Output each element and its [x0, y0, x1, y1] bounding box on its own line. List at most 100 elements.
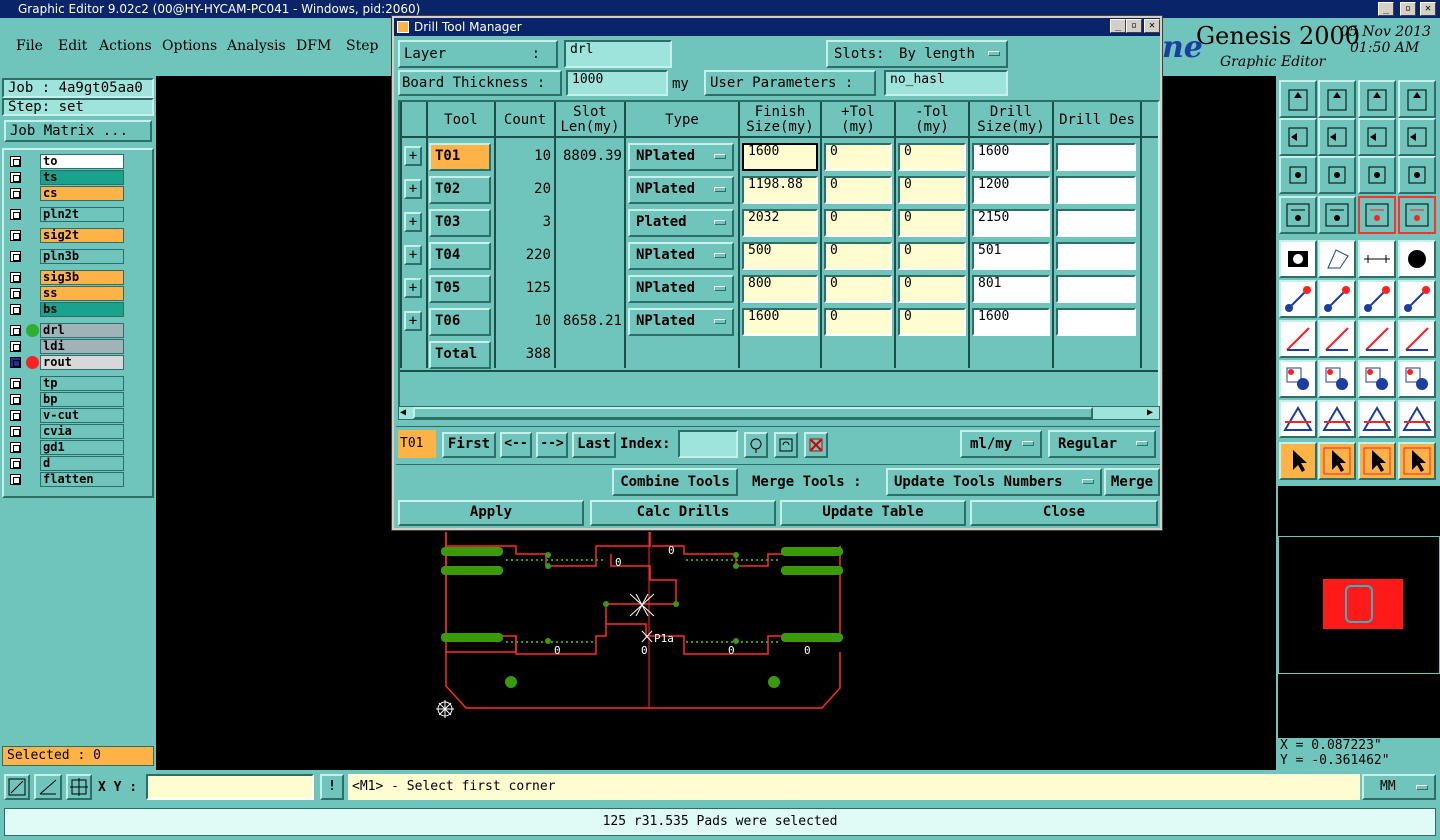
- layer-row[interactable]: pln3b: [8, 249, 124, 264]
- drill-size-input[interactable]: 2150: [972, 209, 1050, 237]
- expand-row-icon[interactable]: +: [404, 212, 422, 232]
- help-icon[interactable]: [1398, 156, 1436, 194]
- arc-icon[interactable]: [1358, 320, 1396, 358]
- menu-options[interactable]: Options: [162, 38, 217, 54]
- menu-step[interactable]: Step: [346, 38, 378, 54]
- pointer-box-icon[interactable]: [1318, 442, 1356, 480]
- pad-select-icon[interactable]: [1279, 360, 1317, 398]
- menu-actions[interactable]: Actions: [99, 38, 152, 54]
- layer-checkbox[interactable]: [10, 474, 21, 485]
- plus-tol-input[interactable]: 0: [824, 275, 892, 303]
- merge-option-select[interactable]: Update Tools Numbers: [886, 468, 1102, 496]
- drill-size-input[interactable]: 1600: [972, 308, 1050, 336]
- finish-size-input[interactable]: 500: [742, 242, 818, 270]
- job-matrix-button[interactable]: Job Matrix ...: [4, 120, 152, 142]
- scroll-left-icon[interactable]: ◀: [400, 407, 406, 418]
- layer-checkbox[interactable]: [10, 341, 21, 352]
- update-table-button[interactable]: Update Table: [780, 500, 966, 526]
- pointer-icon[interactable]: [1279, 442, 1317, 480]
- minus-tol-input[interactable]: 0: [898, 275, 966, 303]
- next-button[interactable]: -->: [536, 432, 568, 458]
- tool-button[interactable]: T03: [429, 209, 491, 237]
- drill-des-input[interactable]: [1056, 275, 1136, 303]
- finish-size-input[interactable]: 1600: [742, 308, 818, 336]
- minus-tol-input[interactable]: 0: [898, 242, 966, 270]
- measure-icon[interactable]: [34, 774, 62, 800]
- menu-file[interactable]: File: [16, 38, 43, 54]
- user-params-field[interactable]: no_hasl: [884, 70, 1008, 96]
- cross-icon[interactable]: [1318, 280, 1356, 318]
- layer-checkbox[interactable]: [10, 442, 21, 453]
- dialog-close-icon[interactable]: ✕: [1144, 19, 1160, 33]
- layer-row[interactable]: gd1: [8, 440, 124, 455]
- index-input[interactable]: [678, 430, 738, 458]
- minus-tol-input[interactable]: 0: [898, 308, 966, 336]
- home-icon[interactable]: [1358, 80, 1396, 118]
- layer-checkbox[interactable]: [10, 394, 21, 405]
- layer-checkbox[interactable]: [10, 230, 21, 241]
- plus-tol-input[interactable]: 0: [824, 176, 892, 204]
- combine-tools-button[interactable]: Combine Tools: [612, 468, 738, 496]
- expand-row-icon[interactable]: +: [404, 245, 422, 265]
- move-left-icon[interactable]: [1279, 118, 1317, 156]
- layer-checkbox[interactable]: [10, 325, 21, 336]
- arch-strike-icon[interactable]: [1398, 400, 1436, 438]
- drill-size-input[interactable]: 801: [972, 275, 1050, 303]
- minimize-button[interactable]: _: [1378, 2, 1394, 16]
- menu-analysis[interactable]: Analysis: [227, 38, 286, 54]
- move-up-icon[interactable]: [1279, 80, 1317, 118]
- user-params-button[interactable]: User Parameters :: [704, 70, 876, 96]
- layer-row[interactable]: ldi: [8, 339, 124, 354]
- scroll-right-icon[interactable]: ▶: [1147, 407, 1153, 418]
- layer-checkbox[interactable]: [10, 156, 21, 167]
- layer-row[interactable]: bp: [8, 392, 124, 407]
- arch-icon[interactable]: [1358, 400, 1396, 438]
- connect-pads-icon[interactable]: [1279, 280, 1317, 318]
- horizontal-scrollbar[interactable]: ◀ ▶: [398, 406, 1160, 420]
- warning-icon[interactable]: !: [320, 774, 344, 800]
- drill-des-input[interactable]: [1056, 242, 1136, 270]
- expand-row-icon[interactable]: +: [404, 146, 422, 166]
- route-map-icon[interactable]: [1398, 196, 1436, 234]
- polygon-icon[interactable]: [1318, 240, 1356, 278]
- net-icon[interactable]: [1398, 442, 1436, 480]
- slots-select[interactable]: Slots: By length: [826, 40, 1008, 68]
- menu-dfm[interactable]: DFM: [296, 38, 331, 54]
- pad-icon[interactable]: [1279, 240, 1317, 278]
- layer-row[interactable]: tp: [8, 376, 124, 391]
- type-select[interactable]: Plated: [628, 209, 734, 237]
- ruler-tools-icon[interactable]: [1279, 196, 1317, 234]
- type-select[interactable]: NPlated: [628, 275, 734, 303]
- layer-row[interactable]: bs: [8, 302, 124, 317]
- refresh-icon[interactable]: [774, 432, 798, 458]
- dialog-minimize-button[interactable]: _: [1110, 19, 1126, 33]
- layer-row[interactable]: ts: [8, 170, 124, 185]
- merge-button[interactable]: Merge: [1104, 468, 1160, 496]
- dialog-maximize-button[interactable]: ▫: [1126, 19, 1142, 33]
- drill-des-input[interactable]: [1056, 209, 1136, 237]
- plus-tol-input[interactable]: 0: [824, 308, 892, 336]
- tool-button[interactable]: T02: [429, 176, 491, 204]
- first-button[interactable]: First: [442, 432, 496, 458]
- window-icon[interactable]: [1398, 80, 1436, 118]
- layer-row[interactable]: ss: [8, 286, 124, 301]
- segment-icon[interactable]: [1318, 360, 1356, 398]
- finish-size-input[interactable]: 800: [742, 275, 818, 303]
- tool-button[interactable]: T01: [429, 143, 491, 171]
- finish-size-input[interactable]: 1600: [742, 143, 818, 171]
- xy-input[interactable]: [146, 774, 314, 800]
- tool-button[interactable]: T05: [429, 275, 491, 303]
- find-icon[interactable]: [744, 432, 768, 458]
- layer-checkbox[interactable]: [10, 378, 21, 389]
- drill-des-input[interactable]: [1056, 308, 1136, 336]
- layer-row[interactable]: rout: [8, 355, 124, 370]
- layer-row[interactable]: d: [8, 456, 124, 471]
- layer-checkbox[interactable]: [10, 410, 21, 421]
- layer-checkbox[interactable]: [10, 458, 21, 469]
- layer-row[interactable]: cs: [8, 186, 124, 201]
- type-select[interactable]: NPlated: [628, 176, 734, 204]
- drill-size-input[interactable]: 1200: [972, 176, 1050, 204]
- layer-row[interactable]: to: [8, 154, 124, 169]
- minus-tol-input[interactable]: 0: [898, 143, 966, 171]
- drill-des-input[interactable]: [1056, 176, 1136, 204]
